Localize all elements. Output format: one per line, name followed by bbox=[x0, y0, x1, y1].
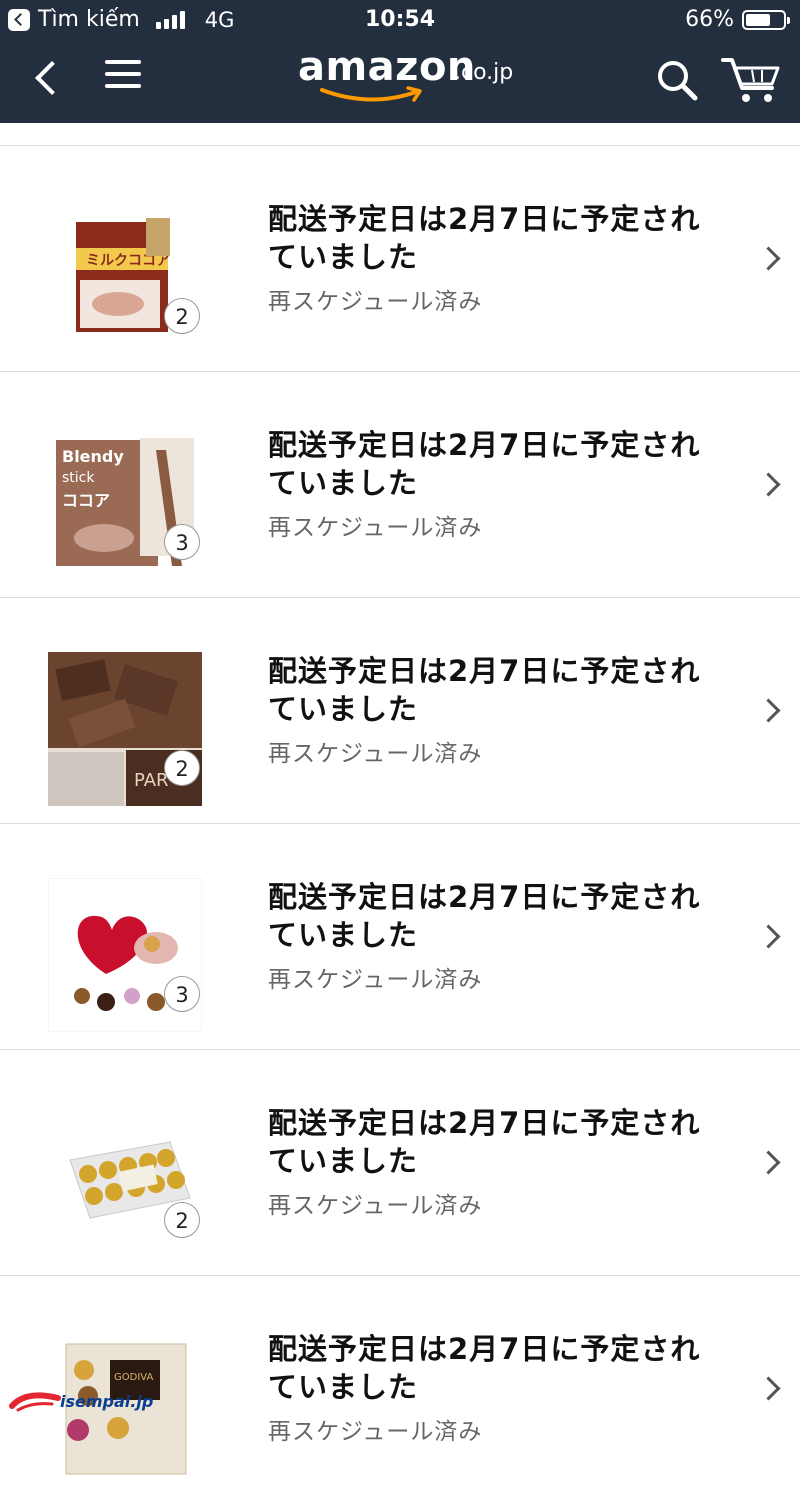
logo-smile-icon bbox=[320, 86, 422, 102]
watermark-logo-icon bbox=[9, 1392, 61, 1412]
order-title: 配送予定日は2月7日に予定されていました bbox=[268, 428, 701, 500]
order-status: 再スケジュール済み bbox=[268, 741, 483, 767]
svg-text:GODIVA: GODIVA bbox=[114, 1372, 153, 1383]
order-title: 配送予定日は2月7日に予定されていました bbox=[268, 654, 701, 726]
watermark-text: isempai.jp bbox=[60, 1391, 154, 1411]
order-title: 配送予定日は2月7日に予定されていました bbox=[268, 880, 701, 952]
order-status: 再スケジュール済み bbox=[268, 515, 483, 541]
order-row[interactable]: Blendy stick ココア 3 配送予定日は2月7日に予定されていました … bbox=[0, 371, 800, 597]
amazon-logo[interactable]: amazon .co.jp bbox=[298, 44, 518, 108]
logo-tld: .co.jp bbox=[454, 60, 514, 85]
quantity-badge: 2 bbox=[164, 750, 200, 786]
svg-text:stick: stick bbox=[62, 470, 95, 486]
quantity-badge: 3 bbox=[164, 976, 200, 1012]
order-row[interactable]: ミルクココア 2 配送予定日は2月7日に予定されていました 再スケジュール済み bbox=[0, 145, 800, 371]
list-top-spacer bbox=[0, 123, 800, 145]
svg-text:PAR: PAR bbox=[134, 770, 169, 791]
order-status: 再スケジュール済み bbox=[268, 289, 483, 315]
svg-text:Blendy: Blendy bbox=[62, 447, 124, 466]
nav-bar: amazon .co.jp bbox=[0, 40, 800, 123]
chevron-right-icon[interactable] bbox=[756, 472, 781, 497]
order-title: 配送予定日は2月7日に予定されていました bbox=[268, 202, 701, 274]
chevron-right-icon[interactable] bbox=[756, 1376, 781, 1401]
order-status: 再スケジュール済み bbox=[268, 1419, 483, 1445]
app-header: Tìm kiếm 4G 10:54 66% amazon .co.jp bbox=[0, 0, 800, 123]
quantity-badge: 2 bbox=[164, 1202, 200, 1238]
order-row[interactable]: 2 配送予定日は2月7日に予定されていました 再スケジュール済み bbox=[0, 1049, 800, 1275]
battery-percent: 66% bbox=[685, 7, 734, 32]
chevron-right-icon[interactable] bbox=[756, 1150, 781, 1175]
chevron-right-icon[interactable] bbox=[756, 698, 781, 723]
order-row[interactable]: PAR 2 配送予定日は2月7日に予定されていました 再スケジュール済み bbox=[0, 597, 800, 823]
clock: 10:54 bbox=[364, 7, 436, 32]
quantity-badge: 3 bbox=[164, 524, 200, 560]
cart-icon[interactable] bbox=[720, 54, 784, 106]
menu-icon[interactable] bbox=[105, 60, 141, 92]
order-status: 再スケジュール済み bbox=[268, 967, 483, 993]
back-icon[interactable] bbox=[30, 58, 58, 98]
chevron-right-icon[interactable] bbox=[756, 924, 781, 949]
order-title: 配送予定日は2月7日に予定されていました bbox=[268, 1332, 701, 1404]
quantity-badge: 2 bbox=[164, 298, 200, 334]
battery-icon bbox=[742, 9, 790, 30]
search-icon[interactable] bbox=[655, 58, 699, 102]
order-list: ミルクココア 2 配送予定日は2月7日に予定されていました 再スケジュール済み … bbox=[0, 123, 800, 1501]
watermark: isempai.jp bbox=[8, 1386, 153, 1416]
order-title: 配送予定日は2月7日に予定されていました bbox=[268, 1106, 701, 1178]
status-bar: Tìm kiếm 4G 10:54 66% bbox=[0, 0, 800, 40]
order-row[interactable]: 3 配送予定日は2月7日に予定されていました 再スケジュール済み bbox=[0, 823, 800, 1049]
svg-text:ココア: ココア bbox=[62, 491, 110, 510]
order-status: 再スケジュール済み bbox=[268, 1193, 483, 1219]
chevron-right-icon[interactable] bbox=[756, 246, 781, 271]
logo-word: amazon bbox=[298, 44, 476, 90]
